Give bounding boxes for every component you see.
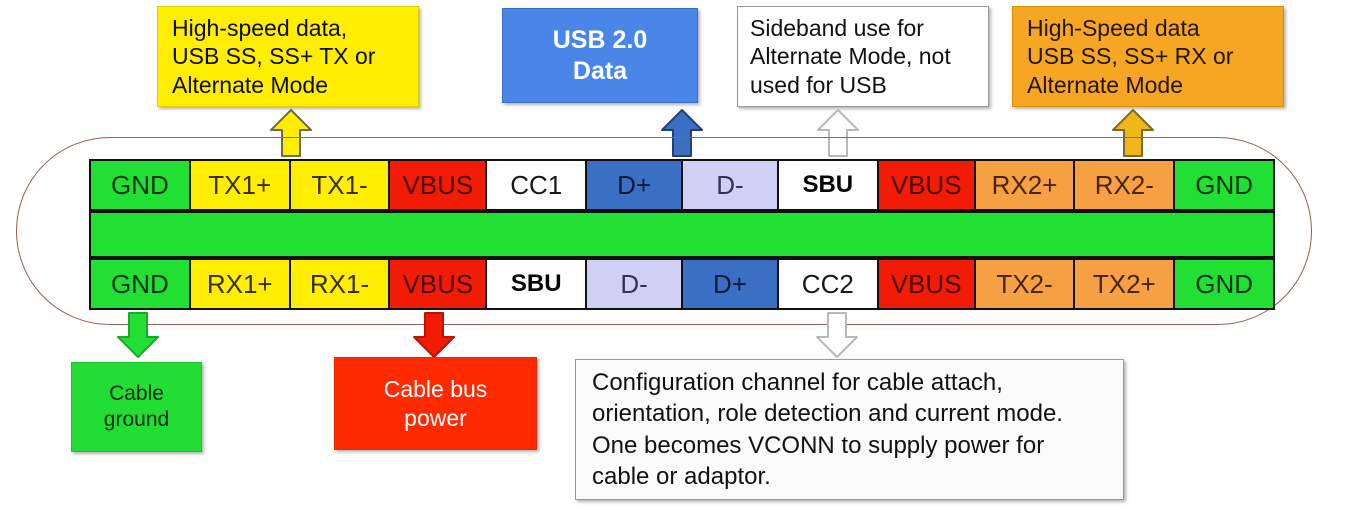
callout-tx-line-2: USB SS, SS+ TX or <box>172 43 376 70</box>
bottom-pin-3: RX1- <box>290 260 391 308</box>
top-pin-10: RX2+ <box>975 161 1076 209</box>
callout-usb2-line-2: Data <box>572 56 628 85</box>
top-pin-9: VBUS <box>878 161 976 209</box>
center-ground-bar <box>89 211 1275 258</box>
callout-cable-ground-line-2: ground <box>103 408 170 431</box>
callout-sbu-line-2: Alternate Mode, not <box>750 43 951 70</box>
callout-tx-highspeed: High-speed data, USB SS, SS+ TX or Alter… <box>157 6 419 107</box>
bottom-pin-4: VBUS <box>390 260 488 308</box>
callout-rx-line-1: High-Speed data <box>1027 14 1200 41</box>
callout-cable-ground: Cable ground <box>71 362 202 452</box>
callout-rx-line-3: Alternate Mode <box>1027 71 1183 98</box>
bottom-pin-10: TX2- <box>975 260 1076 308</box>
usb-c-pinout-diagram: High-speed data, USB SS, SS+ TX or Alter… <box>0 0 1346 509</box>
callout-cable-bus-power: Cable bus power <box>334 357 537 450</box>
top-pin-5: CC1 <box>487 161 588 209</box>
bottom-pin-7: D+ <box>683 260 779 308</box>
callout-cc-line-1: Configuration channel for cable attach, <box>592 369 1003 397</box>
top-pin-6: D+ <box>587 161 684 209</box>
top-pin-12: GND <box>1175 161 1274 209</box>
callout-cc-description: Configuration channel for cable attach, … <box>575 359 1124 500</box>
bottom-pin-12: GND <box>1175 260 1274 308</box>
callout-cable-ground-line-1: Cable <box>109 381 164 405</box>
callout-sideband-sbu: Sideband use for Alternate Mode, not use… <box>737 6 989 107</box>
callout-usb2-data: USB 2.0 Data <box>502 8 698 103</box>
callout-usb2-line-1: USB 2.0 <box>552 25 648 54</box>
callout-cc-line-2: orientation, role detection and current … <box>592 400 1063 428</box>
arrow-down-cc-icon <box>814 311 860 359</box>
callout-rx-line-2: USB SS, SS+ RX or <box>1027 43 1234 70</box>
arrow-down-vbus-icon <box>411 311 457 359</box>
bottom-pin-9: VBUS <box>878 260 976 308</box>
bottom-pin-1: GND <box>91 260 191 308</box>
callout-cc-line-3: One becomes VCONN to supply power for <box>592 431 1045 459</box>
top-pin-1: GND <box>91 161 191 209</box>
callout-rx-highspeed: High-Speed data USB SS, SS+ RX or Altern… <box>1012 6 1284 107</box>
callout-bus-power-line-2: power <box>404 404 467 431</box>
top-pin-row: GND TX1+ TX1- VBUS CC1 D+ D- SBU VBUS RX2+ RX2- GND <box>89 159 1275 211</box>
bottom-pin-2: RX1+ <box>190 260 291 308</box>
bottom-pin-6: D- <box>587 260 684 308</box>
top-pin-7: D- <box>683 161 779 209</box>
callout-tx-line-3: Alternate Mode <box>172 71 328 98</box>
top-pin-11: RX2- <box>1075 161 1176 209</box>
callout-sbu-line-3: used for USB <box>750 71 887 98</box>
callout-tx-line-1: High-speed data, <box>172 14 348 41</box>
top-pin-4: VBUS <box>390 161 488 209</box>
bottom-pin-row: GND RX1+ RX1- VBUS SBU D- D+ CC2 VBUS TX2- TX2+ GND <box>89 258 1275 310</box>
callout-sbu-line-1: Sideband use for <box>750 14 924 41</box>
top-pin-3: TX1- <box>290 161 391 209</box>
bottom-pin-8: CC2 <box>778 260 879 308</box>
callout-cc-line-4: cable or adaptor. <box>592 462 771 490</box>
bottom-pin-11: TX2+ <box>1075 260 1176 308</box>
arrow-down-ground-icon <box>115 311 161 359</box>
bottom-pin-5: SBU <box>487 260 588 308</box>
top-pin-2: TX1+ <box>190 161 291 209</box>
top-pin-8: SBU <box>778 161 879 209</box>
callout-bus-power-line-1: Cable bus <box>383 375 488 402</box>
